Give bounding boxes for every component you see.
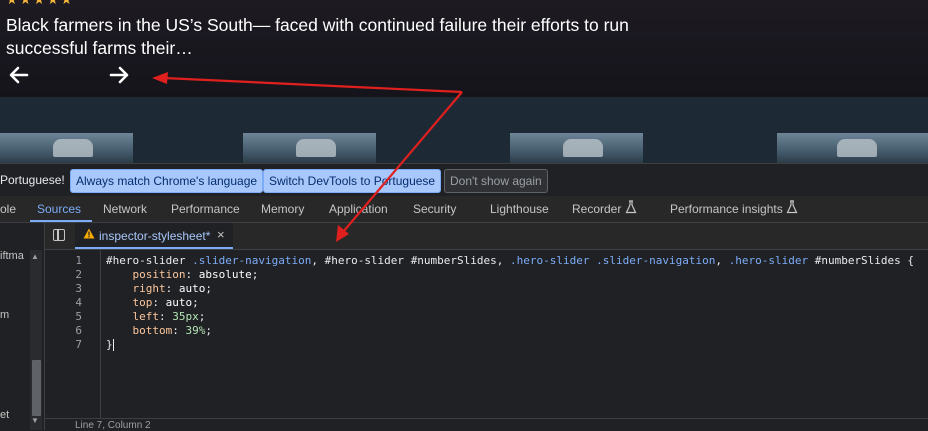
warning-icon bbox=[83, 228, 95, 242]
code-line-declaration[interactable]: position: absolute; bbox=[106, 268, 259, 281]
css-value: absolute bbox=[198, 268, 252, 281]
line-number: 5 bbox=[75, 310, 82, 323]
css-value: 39% bbox=[185, 324, 206, 337]
flask-icon bbox=[625, 200, 637, 217]
selector-separator: , bbox=[496, 254, 511, 267]
dont-show-again-button[interactable]: Don't show again bbox=[444, 169, 548, 193]
thumbnail[interactable] bbox=[243, 133, 376, 163]
arrow-right-icon[interactable] bbox=[106, 64, 132, 90]
thumbnail[interactable] bbox=[777, 133, 928, 163]
always-match-language-button[interactable]: Always match Chrome's language bbox=[70, 169, 264, 193]
line-number: 4 bbox=[75, 296, 82, 309]
scroll-down-icon[interactable]: ▼ bbox=[31, 416, 39, 425]
css-value: 35px bbox=[172, 310, 199, 323]
thumbnail-strip bbox=[0, 97, 928, 163]
tab-console[interactable]: ole bbox=[0, 202, 16, 216]
rating-stars: ★★★★★ bbox=[6, 0, 74, 8]
css-property: position bbox=[132, 268, 186, 281]
file-tab-label: inspector-stylesheet* bbox=[99, 229, 211, 243]
cursor-position: Line 7, Column 2 bbox=[75, 420, 151, 431]
editor-tabbar: inspector-stylesheet* × bbox=[45, 223, 928, 250]
language-infobar: Portuguese! Always match Chrome's langua… bbox=[0, 163, 928, 196]
selector-id: #hero-slider bbox=[324, 254, 405, 267]
line-number: 2 bbox=[75, 268, 82, 281]
switch-language-button[interactable]: Switch DevTools to Portuguese bbox=[263, 169, 442, 193]
thumbnail-image bbox=[296, 139, 337, 157]
selector-space bbox=[808, 254, 815, 267]
arrow-right-icon bbox=[109, 66, 129, 84]
line-number: 1 bbox=[75, 254, 82, 267]
css-property: left bbox=[132, 310, 160, 323]
selector-separator: , bbox=[715, 254, 729, 267]
slide-caption[interactable]: Black farmers in the US’s South— faced w… bbox=[6, 14, 646, 60]
navigator-item[interactable]: m bbox=[0, 309, 9, 321]
close-brace: } bbox=[106, 338, 113, 351]
infobar-message: Portuguese! bbox=[0, 173, 65, 187]
arrow-left-icon[interactable] bbox=[6, 64, 32, 90]
navigator-item[interactable]: et bbox=[0, 409, 9, 421]
code-line-declaration[interactable]: right: auto; bbox=[106, 282, 213, 295]
toggle-navigator-icon[interactable] bbox=[53, 229, 65, 241]
tab-performance[interactable]: Performance bbox=[171, 202, 240, 216]
thumbnail-image bbox=[563, 139, 604, 157]
tab-recorder[interactable]: Recorder bbox=[572, 202, 621, 216]
scroll-up-icon[interactable]: ▲ bbox=[31, 252, 39, 261]
css-property: right bbox=[132, 282, 166, 295]
line-number: 6 bbox=[75, 324, 82, 337]
text-cursor bbox=[112, 339, 114, 351]
tab-memory[interactable]: Memory bbox=[261, 202, 304, 216]
active-tab-indicator bbox=[30, 220, 92, 222]
selector-id: #hero-slider bbox=[106, 254, 186, 267]
tab-lighthouse[interactable]: Lighthouse bbox=[490, 202, 549, 216]
selector-space bbox=[404, 254, 411, 267]
line-number: 3 bbox=[75, 282, 82, 295]
tab-performance-insights[interactable]: Performance insights bbox=[670, 202, 783, 216]
hero-slider: ★★★★★ Black farmers in the US’s South— f… bbox=[0, 0, 928, 97]
selector-id: #numberSlides bbox=[814, 254, 901, 267]
code-line-declaration[interactable]: left: 35px; bbox=[106, 310, 206, 323]
tab-application[interactable]: Application bbox=[329, 202, 388, 216]
arrow-left-icon bbox=[9, 66, 29, 84]
code-line-close[interactable]: } bbox=[106, 338, 114, 351]
thumbnail[interactable] bbox=[0, 133, 133, 163]
editor-statusbar: Line 7, Column 2 bbox=[45, 418, 928, 431]
tab-network[interactable]: Network bbox=[103, 202, 147, 216]
thumbnail-image bbox=[53, 139, 94, 157]
css-property: top bbox=[132, 296, 153, 309]
selector-class: .slider-navigation bbox=[185, 254, 312, 267]
file-tab-inspector-stylesheet[interactable]: inspector-stylesheet* × bbox=[75, 223, 233, 249]
navigator-item[interactable]: iftma bbox=[0, 250, 24, 262]
flask-icon bbox=[786, 200, 798, 217]
selector-id: #numberSlides bbox=[410, 254, 497, 267]
css-property: bottom bbox=[132, 324, 173, 337]
line-number: 7 bbox=[75, 338, 82, 351]
sources-navigator: iftma m et ▲ ▼ bbox=[0, 223, 45, 430]
active-file-indicator bbox=[75, 247, 233, 249]
selector-class: .hero-slider .slider-navigation bbox=[510, 254, 716, 267]
thumbnail[interactable] bbox=[510, 133, 643, 163]
css-value: auto bbox=[178, 282, 206, 295]
devtools-tabbar: ole Sources Network Performance Memory A… bbox=[0, 196, 928, 223]
tab-security[interactable]: Security bbox=[413, 202, 456, 216]
close-icon[interactable]: × bbox=[217, 227, 225, 242]
code-editor[interactable]: 1 2 3 4 5 6 7 #hero-slider .slider-navig… bbox=[45, 250, 928, 418]
scrollbar-thumb[interactable] bbox=[32, 360, 41, 416]
code-line-selector[interactable]: #hero-slider .slider-navigation, #hero-s… bbox=[106, 254, 914, 267]
thumbnail-image bbox=[837, 139, 878, 157]
tab-sources[interactable]: Sources bbox=[37, 202, 81, 216]
code-line-declaration[interactable]: bottom: 39%; bbox=[106, 324, 213, 337]
css-value: auto bbox=[165, 296, 193, 309]
line-gutter: 1 2 3 4 5 6 7 bbox=[45, 250, 101, 418]
code-line-declaration[interactable]: top: auto; bbox=[106, 296, 199, 309]
selector-separator: , bbox=[311, 254, 325, 267]
selector-class: .hero-slider bbox=[728, 254, 809, 267]
open-brace: { bbox=[900, 254, 915, 267]
